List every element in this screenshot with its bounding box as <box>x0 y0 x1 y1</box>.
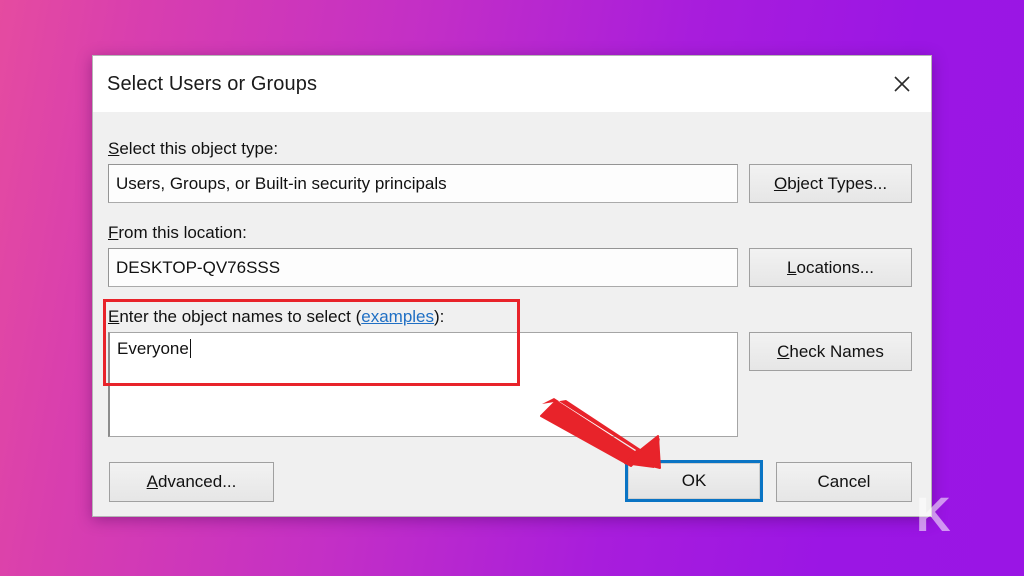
check-names-button[interactable]: Check Names <box>749 332 912 371</box>
object-names-label: Enter the object names to select (exampl… <box>108 307 445 326</box>
dialog-title: Select Users or Groups <box>107 72 318 95</box>
watermark-logo: K <box>916 489 951 542</box>
location-field[interactable]: DESKTOP-QV76SSS <box>108 248 738 287</box>
ok-button-label: OK <box>681 471 707 490</box>
object-names-input[interactable]: Everyone <box>108 332 738 437</box>
cancel-button[interactable]: Cancel <box>776 462 912 502</box>
object-types-button[interactable]: Object Types... <box>749 164 912 203</box>
examples-link[interactable]: examples <box>361 307 434 326</box>
location-value: DESKTOP-QV76SSS <box>116 257 281 277</box>
advanced-button[interactable]: Advanced... <box>109 462 274 502</box>
object-type-value: Users, Groups, or Built-in security prin… <box>116 173 447 193</box>
cancel-button-label: Cancel <box>817 472 871 491</box>
select-users-or-groups-dialog: Select Users or Groups Select this objec… <box>92 55 932 517</box>
close-icon[interactable] <box>873 56 931 112</box>
object-type-label: Select this object type: <box>108 139 279 158</box>
location-label: From this location: <box>108 223 247 242</box>
object-type-field[interactable]: Users, Groups, or Built-in security prin… <box>108 164 738 203</box>
locations-button[interactable]: Locations... <box>749 248 912 287</box>
object-names-value: Everyone <box>117 339 189 358</box>
text-caret <box>189 339 192 358</box>
ok-button[interactable]: OK <box>625 460 763 502</box>
dialog-body: Select this object type: Users, Groups, … <box>93 112 931 516</box>
dialog-titlebar[interactable]: Select Users or Groups <box>93 56 931 112</box>
